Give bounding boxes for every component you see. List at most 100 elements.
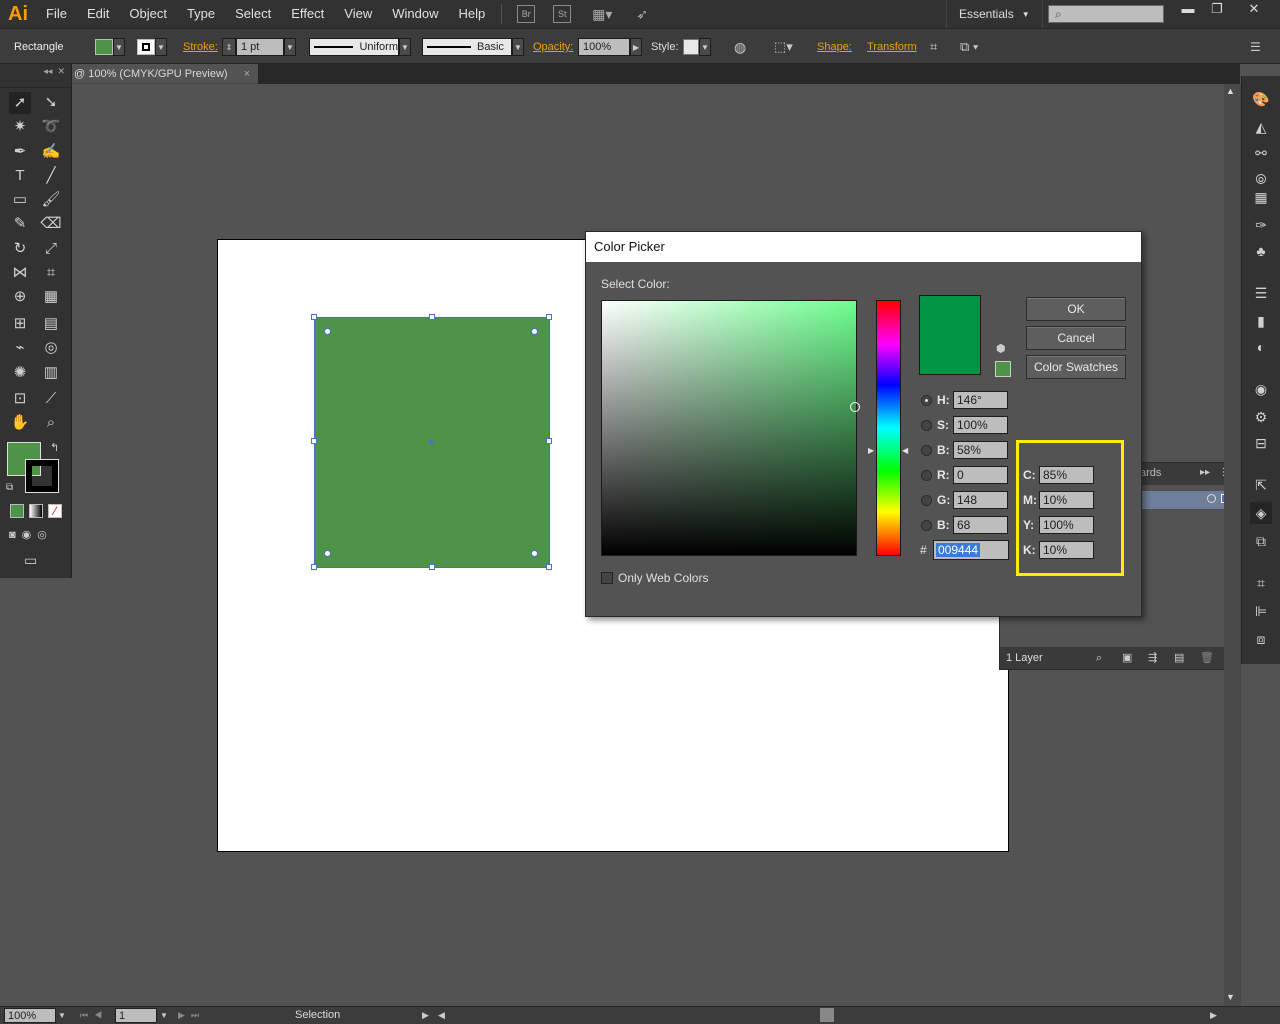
search-input[interactable]: ⌕	[1048, 5, 1164, 23]
menu-type[interactable]: Type	[177, 0, 225, 28]
hue-input[interactable]: 146°	[953, 391, 1008, 409]
corner-widget[interactable]	[324, 328, 331, 335]
color-guide-icon[interactable]: ◭	[1250, 116, 1272, 138]
black-input[interactable]: 10%	[1039, 541, 1094, 559]
blend-tool-icon[interactable]: ◎	[40, 337, 62, 359]
zoom-tool-icon[interactable]: ⌕	[40, 412, 62, 434]
color-swatches-button[interactable]: Color Swatches	[1026, 355, 1126, 379]
corner-widget[interactable]	[531, 328, 538, 335]
menu-file[interactable]: File	[36, 0, 77, 28]
vertical-scrollbar[interactable]: ▲ ▼	[1224, 84, 1241, 1006]
cancel-button[interactable]: Cancel	[1026, 326, 1126, 350]
color-mode-icon[interactable]	[10, 504, 24, 518]
chevron-down-icon[interactable]: ▼	[58, 1008, 66, 1023]
eraser-tool-icon[interactable]: ⌫	[40, 213, 62, 235]
arrange-documents-icon[interactable]: ▦▾	[589, 5, 615, 23]
target-icon[interactable]	[1207, 494, 1216, 503]
status-menu-icon[interactable]: ▶	[422, 1008, 429, 1023]
menu-edit[interactable]: Edit	[77, 0, 119, 28]
artboard-nav-prev-icons[interactable]: ⏮◀	[80, 1008, 108, 1023]
draw-mode-icons[interactable]: ◙◉◎	[9, 528, 53, 541]
creative-cloud-libraries-icon[interactable]: ⚯	[1250, 142, 1272, 164]
scroll-up-icon[interactable]: ▲	[1226, 86, 1235, 96]
lasso-tool-icon[interactable]: ➰	[40, 116, 62, 138]
eyedropper-tool-icon[interactable]: ⌁	[9, 337, 31, 359]
default-fill-stroke-icon[interactable]: ⧉	[6, 482, 13, 493]
chevron-down-icon[interactable]: ▼	[284, 38, 296, 56]
ok-button[interactable]: OK	[1026, 297, 1126, 321]
brush-definition[interactable]: Basic ▼	[422, 29, 524, 65]
close-icon[interactable]: ×	[244, 64, 250, 84]
new-layer-icon[interactable]: ▤	[1174, 647, 1184, 669]
transparency-icon[interactable]: ◐	[1250, 336, 1272, 358]
export-icon[interactable]: ⇱	[1250, 474, 1272, 496]
minimize-icon[interactable]: ▬	[1172, 0, 1204, 22]
mesh-tool-icon[interactable]: ⊞	[9, 313, 31, 335]
zoom-input[interactable]: 100%	[4, 1008, 56, 1023]
resize-handle[interactable]	[429, 314, 435, 320]
width-tool-icon[interactable]: ⋈	[9, 262, 31, 284]
layers-icon[interactable]: ◈	[1250, 502, 1272, 524]
isolate-group-icon[interactable]: ⌗	[930, 29, 937, 65]
chevron-right-icon[interactable]: ▶	[630, 38, 642, 56]
menu-object[interactable]: Object	[119, 0, 177, 28]
layers-info-icon[interactable]: ⊟	[1250, 432, 1272, 454]
transform-icon[interactable]: ⌗	[1250, 572, 1272, 594]
cyan-input[interactable]: 85%	[1039, 466, 1094, 484]
type-tool-icon[interactable]: T	[9, 165, 31, 187]
artboard-number-input[interactable]: 1	[115, 1008, 157, 1023]
green-input[interactable]: 148	[953, 491, 1008, 509]
graphic-style-dropdown[interactable]: ▼	[683, 29, 711, 65]
menu-help[interactable]: Help	[448, 0, 495, 28]
stroke-color-swatch[interactable]	[25, 459, 59, 493]
stroke-weight-control[interactable]: ⇕ 1 pt ▼	[222, 29, 296, 65]
opacity-input[interactable]: 100%	[578, 38, 630, 56]
slice-tool-icon[interactable]: ⟋	[40, 388, 62, 410]
bridge-button[interactable]: Br	[517, 5, 536, 23]
resize-handle[interactable]	[546, 438, 552, 444]
color-palette-icon[interactable]: 🎨	[1250, 88, 1272, 110]
perspective-grid-tool-icon[interactable]: ▦	[40, 286, 62, 308]
curvature-tool-icon[interactable]: ✍	[40, 141, 62, 163]
direct-selection-tool-icon[interactable]: ➘	[40, 92, 62, 114]
hue-arrow-left-icon[interactable]: ▶	[868, 446, 874, 455]
artboards-tab-fragment[interactable]: ards	[1140, 467, 1161, 479]
variable-width-profile[interactable]: Uniform ▼	[309, 29, 411, 65]
stepper-icon[interactable]: ⇕	[222, 38, 236, 56]
free-transform-tool-icon[interactable]: ⌗	[40, 262, 62, 284]
trash-icon[interactable]: 🗑	[1200, 647, 1214, 669]
artboard-tool-icon[interactable]: ⊡	[9, 388, 31, 410]
swatches-icon[interactable]: ▦	[1250, 186, 1272, 208]
restore-icon[interactable]: ❐	[1201, 0, 1233, 22]
resize-handle[interactable]	[311, 438, 317, 444]
transform-label[interactable]: Transform	[867, 29, 917, 65]
corner-widget[interactable]	[324, 550, 331, 557]
scroll-left-icon[interactable]: ◀	[438, 1008, 445, 1023]
shape-label[interactable]: Shape:	[817, 29, 852, 65]
gradient-tool-icon[interactable]: ▤	[40, 313, 62, 335]
gradient-mode-icon[interactable]	[29, 504, 43, 518]
hue-slider[interactable]	[876, 300, 901, 556]
pen-tool-icon[interactable]: ✒	[9, 141, 31, 163]
resize-handle[interactable]	[311, 564, 317, 570]
hue-radio[interactable]	[921, 394, 932, 406]
stroke-weight-input[interactable]: 1 pt	[236, 38, 284, 56]
align-icon[interactable]: ⊫	[1250, 600, 1272, 622]
paintbrush-tool-icon[interactable]: 🖌	[40, 189, 62, 211]
stroke-icon[interactable]: ☰	[1250, 282, 1272, 304]
color-field-marker[interactable]	[850, 402, 860, 412]
locate-object-icon[interactable]: ⌕	[1096, 647, 1102, 669]
stroke-label[interactable]: Stroke:	[183, 29, 218, 65]
collapse-icon[interactable]: ◂◂	[43, 66, 52, 76]
new-sublayer-icon[interactable]: ⇶	[1148, 647, 1157, 669]
clipping-mask-icon[interactable]: ▣	[1122, 647, 1132, 669]
chevron-down-icon[interactable]: ▼	[160, 1008, 168, 1023]
blue-radio[interactable]	[921, 519, 932, 531]
saturation-input[interactable]: 100%	[953, 416, 1008, 434]
close-icon[interactable]: ✕	[1238, 0, 1270, 22]
pathfinder-icon[interactable]: ⧈	[1250, 628, 1272, 650]
hex-input[interactable]: 009444	[933, 540, 1009, 560]
stock-button[interactable]: St	[553, 5, 572, 23]
resize-handle[interactable]	[546, 564, 552, 570]
opacity-control[interactable]: 100% ▶	[578, 29, 642, 65]
